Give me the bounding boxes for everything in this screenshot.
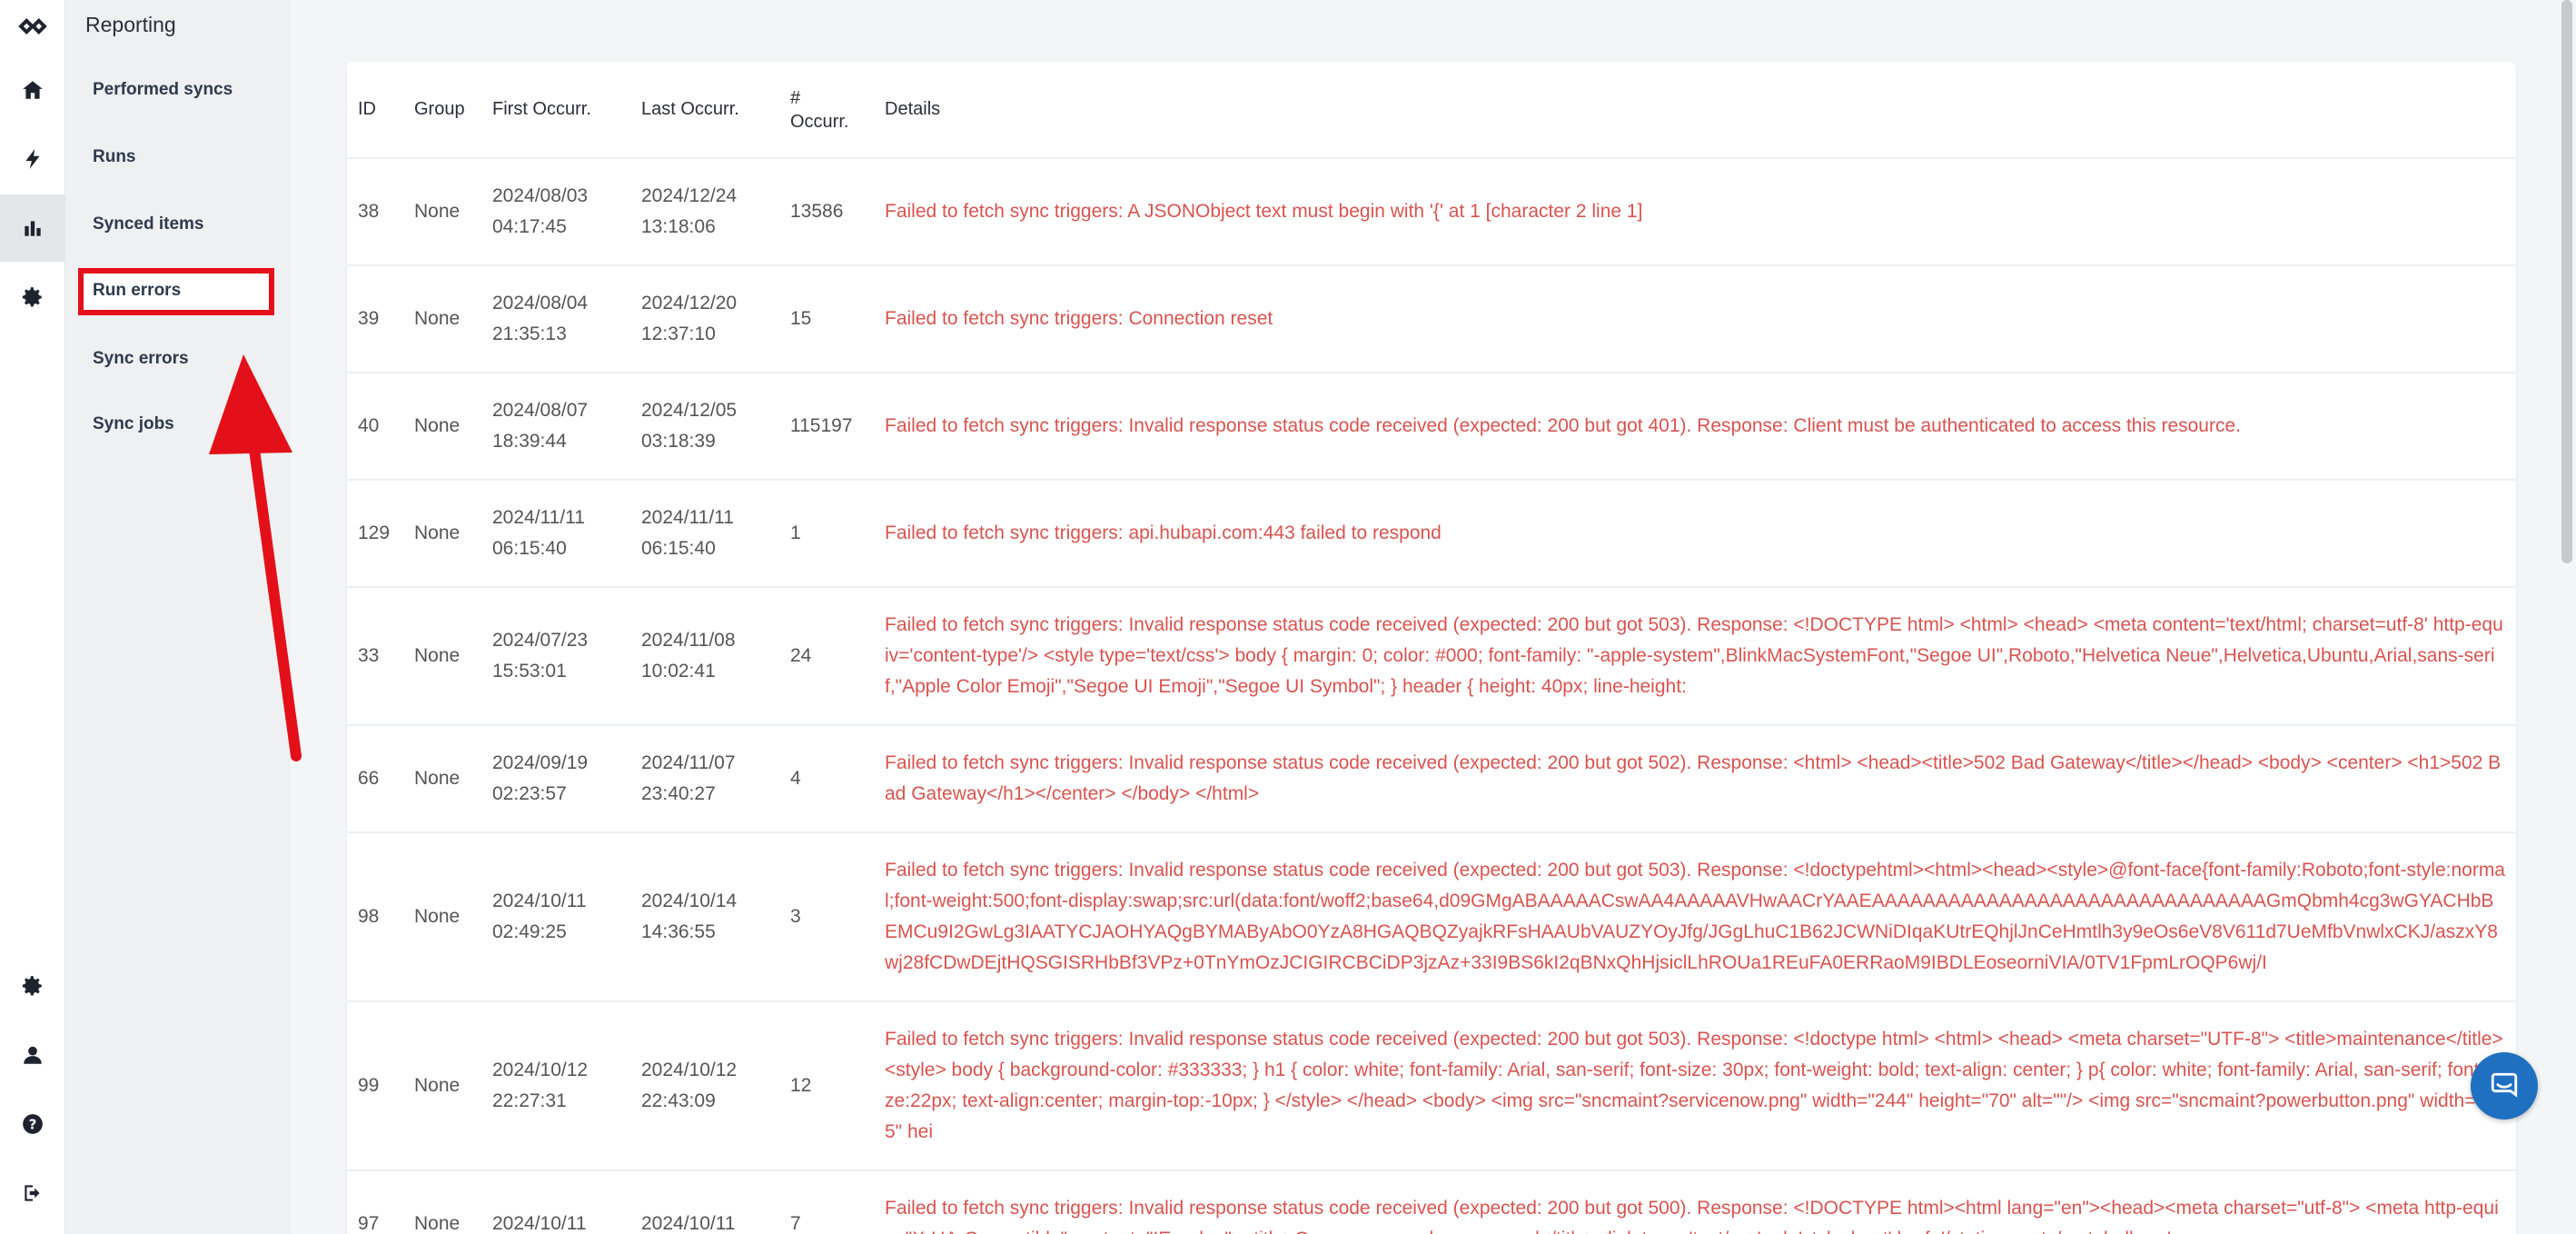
cell-first-occurrence: 2024/09/19 02:23:57 [481, 725, 630, 833]
submenu-title: Reporting [85, 13, 176, 36]
cell-occurrence-count: 12 [779, 1001, 874, 1171]
page-scrollbar[interactable] [2558, 0, 2576, 1234]
cell-occurrence-count: 15 [779, 265, 874, 373]
menu-item-synced-items[interactable]: Synced items [93, 214, 204, 234]
settings-icon[interactable] [0, 952, 65, 1020]
highlight-annotation: Run errors [78, 268, 274, 315]
cell-id: 99 [347, 1001, 403, 1171]
cell-occurrence-count: 1 [779, 480, 874, 588]
table-row[interactable]: 38 None 2024/08/03 04:17:45 2024/12/24 13:18:… [347, 158, 2516, 266]
table-row[interactable]: 99 None 2024/10/12 22:27:31 2024/10/12 22:43:… [347, 1001, 2516, 1171]
table-row[interactable]: 40 None 2024/08/07 18:39:44 2024/12/05 03:18:… [347, 373, 2516, 481]
cell-group: None [403, 1170, 481, 1234]
column-header-id[interactable]: ID [347, 62, 403, 159]
cell-group: None [403, 480, 481, 588]
cell-first-occurrence: 2024/07/23 15:53:01 [481, 587, 630, 726]
menu-item-performed-syncs[interactable]: Performed syncs [93, 80, 233, 100]
cell-occurrence-count: 13586 [779, 158, 874, 266]
cell-occurrence-count: 4 [779, 725, 874, 833]
bolt-icon[interactable] [0, 125, 65, 193]
cell-group: None [403, 373, 481, 481]
cell-group: None [403, 725, 481, 833]
cell-group: None [403, 158, 481, 266]
icon-rail: ? [0, 0, 65, 1234]
menu-item-sync-jobs[interactable]: Sync jobs [93, 414, 174, 434]
cell-id: 33 [347, 587, 403, 726]
table-row[interactable]: 97 None 2024/10/11 2024/10/11 7 Failed to fet… [347, 1170, 2516, 1234]
bar-chart-icon[interactable] [0, 194, 65, 262]
cell-id: 97 [347, 1170, 403, 1234]
scrollbar-thumb[interactable] [2561, 0, 2572, 563]
cell-group: None [403, 587, 481, 726]
menu-item-run-errors[interactable]: Run errors [93, 281, 181, 301]
table-row[interactable]: 33 None 2024/07/23 15:53:01 2024/11/08 10:02:… [347, 587, 2516, 726]
logout-icon[interactable] [0, 1159, 65, 1227]
svg-text:?: ? [29, 1116, 37, 1132]
menu-item-runs[interactable]: Runs [93, 147, 136, 167]
column-header-last-occurrence[interactable]: Last Occurr. [630, 62, 779, 159]
cell-id: 39 [347, 265, 403, 373]
cell-last-occurrence: 2024/12/24 13:18:06 [630, 158, 779, 266]
home-icon[interactable] [0, 56, 65, 124]
column-header-details[interactable]: Details [874, 62, 2516, 159]
cell-details: Failed to fetch sync triggers: Invalid r… [874, 1001, 2516, 1171]
cell-last-occurrence: 2024/10/14 14:36:55 [630, 832, 779, 1002]
cell-first-occurrence: 2024/08/04 21:35:13 [481, 265, 630, 373]
cell-group: None [403, 1001, 481, 1171]
table-row[interactable]: 39 None 2024/08/04 21:35:13 2024/12/20 12:37:… [347, 265, 2516, 373]
cell-last-occurrence: 2024/11/08 10:02:41 [630, 587, 779, 726]
cell-occurrence-count: 24 [779, 587, 874, 726]
cell-first-occurrence: 2024/08/07 18:39:44 [481, 373, 630, 481]
cell-details: Failed to fetch sync triggers: api.hubap… [874, 480, 2516, 588]
cell-id: 40 [347, 373, 403, 481]
chat-launcher-button[interactable] [2471, 1052, 2538, 1120]
cell-details: Failed to fetch sync triggers: Invalid r… [874, 725, 2516, 833]
cell-first-occurrence: 2024/10/11 [481, 1170, 630, 1234]
cell-first-occurrence: 2024/08/03 04:17:45 [481, 158, 630, 266]
cell-first-occurrence: 2024/11/11 06:15:40 [481, 480, 630, 588]
cell-occurrence-count: 7 [779, 1170, 874, 1234]
cell-details: Failed to fetch sync triggers: Invalid r… [874, 373, 2516, 481]
menu-item-sync-errors[interactable]: Sync errors [93, 349, 189, 369]
cell-last-occurrence: 2024/12/20 12:37:10 [630, 265, 779, 373]
logo-icon[interactable] [0, 0, 65, 53]
user-icon[interactable] [0, 1021, 65, 1089]
table-row[interactable]: 98 None 2024/10/11 02:49:25 2024/10/14 14:36:… [347, 832, 2516, 1002]
cell-id: 129 [347, 480, 403, 588]
cell-occurrence-count: 3 [779, 832, 874, 1002]
cell-id: 66 [347, 725, 403, 833]
column-header-occurrence-count[interactable]: # Occurr. [779, 62, 874, 159]
gear-icon[interactable] [0, 264, 65, 331]
cell-details: Failed to fetch sync triggers: Invalid r… [874, 1170, 2516, 1234]
cell-details: Failed to fetch sync triggers: A JSONObj… [874, 158, 2516, 266]
cell-first-occurrence: 2024/10/12 22:27:31 [481, 1001, 630, 1171]
cell-details: Failed to fetch sync triggers: Connectio… [874, 265, 2516, 373]
table-header-row: ID Group First Occurr. Last Occurr. # Oc… [347, 62, 2516, 159]
run-errors-panel: ID Group First Occurr. Last Occurr. # Oc… [347, 62, 2516, 1234]
cell-last-occurrence: 2024/11/11 06:15:40 [630, 480, 779, 588]
cell-last-occurrence: 2024/11/07 23:40:27 [630, 725, 779, 833]
cell-last-occurrence: 2024/12/05 03:18:39 [630, 373, 779, 481]
chat-icon [2491, 1072, 2518, 1098]
cell-last-occurrence: 2024/10/11 [630, 1170, 779, 1234]
cell-first-occurrence: 2024/10/11 02:49:25 [481, 832, 630, 1002]
cell-group: None [403, 832, 481, 1002]
column-header-group[interactable]: Group [403, 62, 481, 159]
help-icon[interactable]: ? [0, 1090, 65, 1158]
cell-id: 98 [347, 832, 403, 1002]
cell-details: Failed to fetch sync triggers: Invalid r… [874, 587, 2516, 726]
cell-id: 38 [347, 158, 403, 266]
cell-last-occurrence: 2024/10/12 22:43:09 [630, 1001, 779, 1171]
red-arrow-annotation [209, 354, 302, 761]
cell-details: Failed to fetch sync triggers: Invalid r… [874, 832, 2516, 1002]
cell-occurrence-count: 115197 [779, 373, 874, 481]
table-row[interactable]: 66 None 2024/09/19 02:23:57 2024/11/07 23:40:… [347, 725, 2516, 833]
run-errors-table: ID Group First Occurr. Last Occurr. # Oc… [347, 62, 2516, 1234]
column-header-first-occurrence[interactable]: First Occurr. [481, 62, 630, 159]
cell-group: None [403, 265, 481, 373]
table-row[interactable]: 129 None 2024/11/11 06:15:40 2024/11/11 06:15… [347, 480, 2516, 588]
